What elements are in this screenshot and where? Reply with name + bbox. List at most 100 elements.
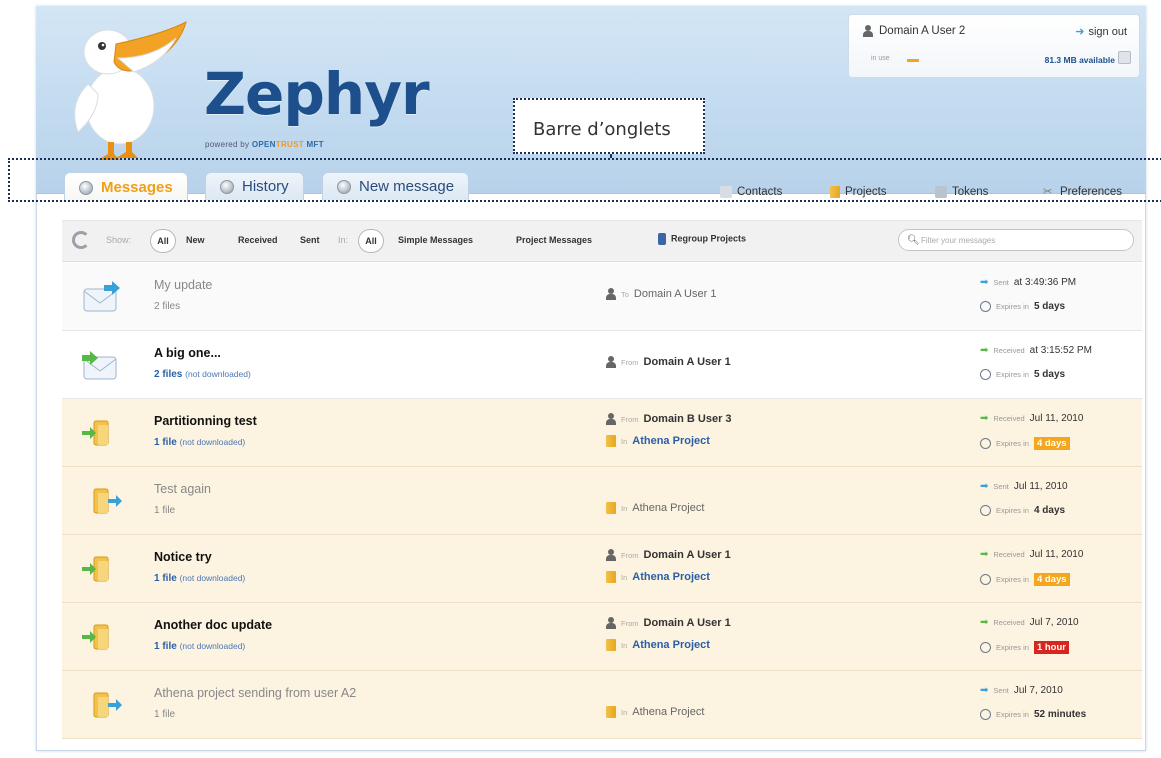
message-row[interactable]: Another doc update 1 file (not downloaded… bbox=[62, 603, 1142, 671]
message-date: ➡ Sent at 3:49:36 PM bbox=[980, 277, 1076, 288]
expires-prefix: Expires in bbox=[996, 643, 1029, 652]
regroup-icon bbox=[658, 233, 666, 245]
message-files[interactable]: 1 file (not downloaded) bbox=[154, 641, 245, 652]
refresh-icon[interactable] bbox=[72, 231, 90, 249]
filter-project-messages[interactable]: Project Messages bbox=[516, 235, 592, 245]
date-value: Jul 11, 2010 bbox=[1013, 481, 1068, 492]
clock-icon bbox=[980, 709, 991, 720]
person-icon bbox=[606, 549, 616, 561]
message-expiry: Expires in 4 days bbox=[980, 505, 1065, 516]
message-row[interactable]: Notice try 1 file (not downloaded) From Dom… bbox=[62, 535, 1142, 603]
correspondent-name: Domain B User 3 bbox=[643, 413, 732, 425]
message-title[interactable]: Partitionning test bbox=[154, 414, 257, 428]
project-name[interactable]: Athena Project bbox=[632, 571, 710, 583]
received-project-icon bbox=[80, 553, 122, 585]
date-value: Jul 7, 2010 bbox=[1029, 617, 1079, 628]
message-expiry: Expires in 5 days bbox=[980, 369, 1065, 380]
message-correspondent: From Domain A User 1 bbox=[606, 356, 731, 368]
project-name[interactable]: Athena Project bbox=[632, 502, 704, 514]
tab-history[interactable]: History bbox=[205, 172, 304, 200]
correspondent-prefix: From bbox=[621, 618, 639, 628]
message-files[interactable]: 1 file bbox=[154, 505, 175, 516]
message-files[interactable]: 1 file (not downloaded) bbox=[154, 573, 245, 584]
files-count: 2 files bbox=[154, 369, 183, 380]
message-title[interactable]: Another doc update bbox=[154, 618, 272, 632]
date-prefix: Received bbox=[993, 346, 1025, 355]
message-title[interactable]: Athena project sending from user A2 bbox=[154, 686, 356, 700]
filter-received[interactable]: Received bbox=[238, 235, 278, 245]
message-files[interactable]: 1 file bbox=[154, 709, 175, 720]
sign-out-link[interactable]: ➜ sign out bbox=[1075, 25, 1127, 39]
files-count: 1 file bbox=[154, 573, 177, 584]
received-arrow-icon: ➡ bbox=[980, 617, 989, 628]
files-count: 1 file bbox=[154, 437, 177, 448]
message-title[interactable]: A big one... bbox=[154, 346, 221, 360]
message-files[interactable]: 2 files bbox=[154, 301, 180, 312]
date-value: Jul 11, 2010 bbox=[1029, 413, 1084, 424]
message-row[interactable]: Test again 1 file In Athena Project ➡ Sent Ju… bbox=[62, 467, 1142, 535]
expires-value: 4 days bbox=[1033, 505, 1066, 516]
message-row[interactable]: My update 2 files To Domain A User 1 ➡ Sent a… bbox=[62, 263, 1142, 331]
projects-icon bbox=[830, 186, 840, 198]
expires-badge: 1 hour bbox=[1033, 641, 1069, 654]
filter-simple-messages[interactable]: Simple Messages bbox=[398, 235, 473, 245]
tab-new-message[interactable]: New message bbox=[322, 172, 470, 200]
files-status: (not downloaded) bbox=[179, 573, 246, 583]
expires-badge: 4 days bbox=[1033, 437, 1070, 450]
person-icon bbox=[606, 356, 616, 368]
search-icon: 🔍︎ bbox=[907, 235, 920, 246]
expires-prefix: Expires in bbox=[996, 439, 1029, 448]
filter-new[interactable]: New bbox=[186, 235, 205, 245]
link-contacts[interactable]: Contacts bbox=[720, 182, 782, 202]
project-name[interactable]: Athena Project bbox=[632, 706, 704, 718]
link-projects[interactable]: Projects bbox=[830, 182, 887, 202]
regroup-projects-button[interactable]: Regroup Projects bbox=[658, 233, 746, 245]
message-date: ➡ Sent Jul 11, 2010 bbox=[980, 481, 1068, 492]
message-row[interactable]: Partitionning test 1 file (not downloaded… bbox=[62, 399, 1142, 467]
project-icon bbox=[606, 571, 616, 583]
message-row[interactable]: Athena project sending from user A2 1 fil… bbox=[62, 671, 1142, 739]
project-prefix: In bbox=[621, 707, 628, 717]
files-status: (not downloaded) bbox=[179, 437, 246, 447]
search-input[interactable]: 🔍︎ Filter your messages bbox=[898, 229, 1134, 251]
message-title[interactable]: Notice try bbox=[154, 550, 212, 564]
message-row[interactable]: A big one... 2 files (not downloaded) From… bbox=[62, 331, 1142, 399]
message-files[interactable]: 1 file (not downloaded) bbox=[154, 437, 245, 448]
date-value: Jul 7, 2010 bbox=[1013, 685, 1063, 696]
project-prefix: In bbox=[621, 572, 628, 582]
filter-bar: Show: All New Received Sent In: All Simp… bbox=[62, 220, 1142, 262]
user-icon bbox=[863, 25, 873, 37]
message-project: In Athena Project bbox=[606, 435, 710, 447]
message-files[interactable]: 2 files (not downloaded) bbox=[154, 369, 251, 380]
files-count: 1 file bbox=[154, 709, 176, 720]
clock-icon bbox=[980, 438, 991, 449]
project-icon bbox=[606, 502, 616, 514]
project-prefix: In bbox=[621, 436, 628, 446]
link-tokens[interactable]: Tokens bbox=[935, 182, 988, 202]
message-date: ➡ Received at 3:15:52 PM bbox=[980, 345, 1092, 356]
project-name[interactable]: Athena Project bbox=[632, 435, 710, 447]
message-date: ➡ Sent Jul 7, 2010 bbox=[980, 685, 1063, 696]
user-name[interactable]: Domain A User 2 bbox=[879, 25, 965, 37]
message-title[interactable]: Test again bbox=[154, 482, 211, 496]
tab-history-label: History bbox=[242, 178, 289, 195]
link-preferences[interactable]: ✂ Preferences bbox=[1043, 182, 1122, 202]
message-date: ➡ Received Jul 7, 2010 bbox=[980, 617, 1079, 628]
link-contacts-label: Contacts bbox=[737, 186, 783, 198]
files-status: (not downloaded) bbox=[185, 369, 251, 379]
tab-messages[interactable]: Messages bbox=[64, 172, 188, 202]
clock-icon bbox=[980, 574, 991, 585]
sent-arrow-icon: ➡ bbox=[980, 685, 989, 696]
filter-sent[interactable]: Sent bbox=[300, 235, 320, 245]
powered-by-label: powered by bbox=[205, 140, 250, 149]
show-all-pill[interactable]: All bbox=[150, 229, 176, 253]
show-label: Show: bbox=[106, 235, 132, 245]
message-title[interactable]: My update bbox=[154, 278, 212, 292]
date-prefix: Received bbox=[993, 618, 1025, 627]
in-all-pill[interactable]: All bbox=[358, 229, 384, 253]
person-icon bbox=[606, 617, 616, 629]
project-name[interactable]: Athena Project bbox=[632, 639, 710, 651]
project-icon bbox=[606, 706, 616, 718]
received-project-icon bbox=[80, 417, 122, 449]
project-prefix: In bbox=[621, 640, 628, 650]
